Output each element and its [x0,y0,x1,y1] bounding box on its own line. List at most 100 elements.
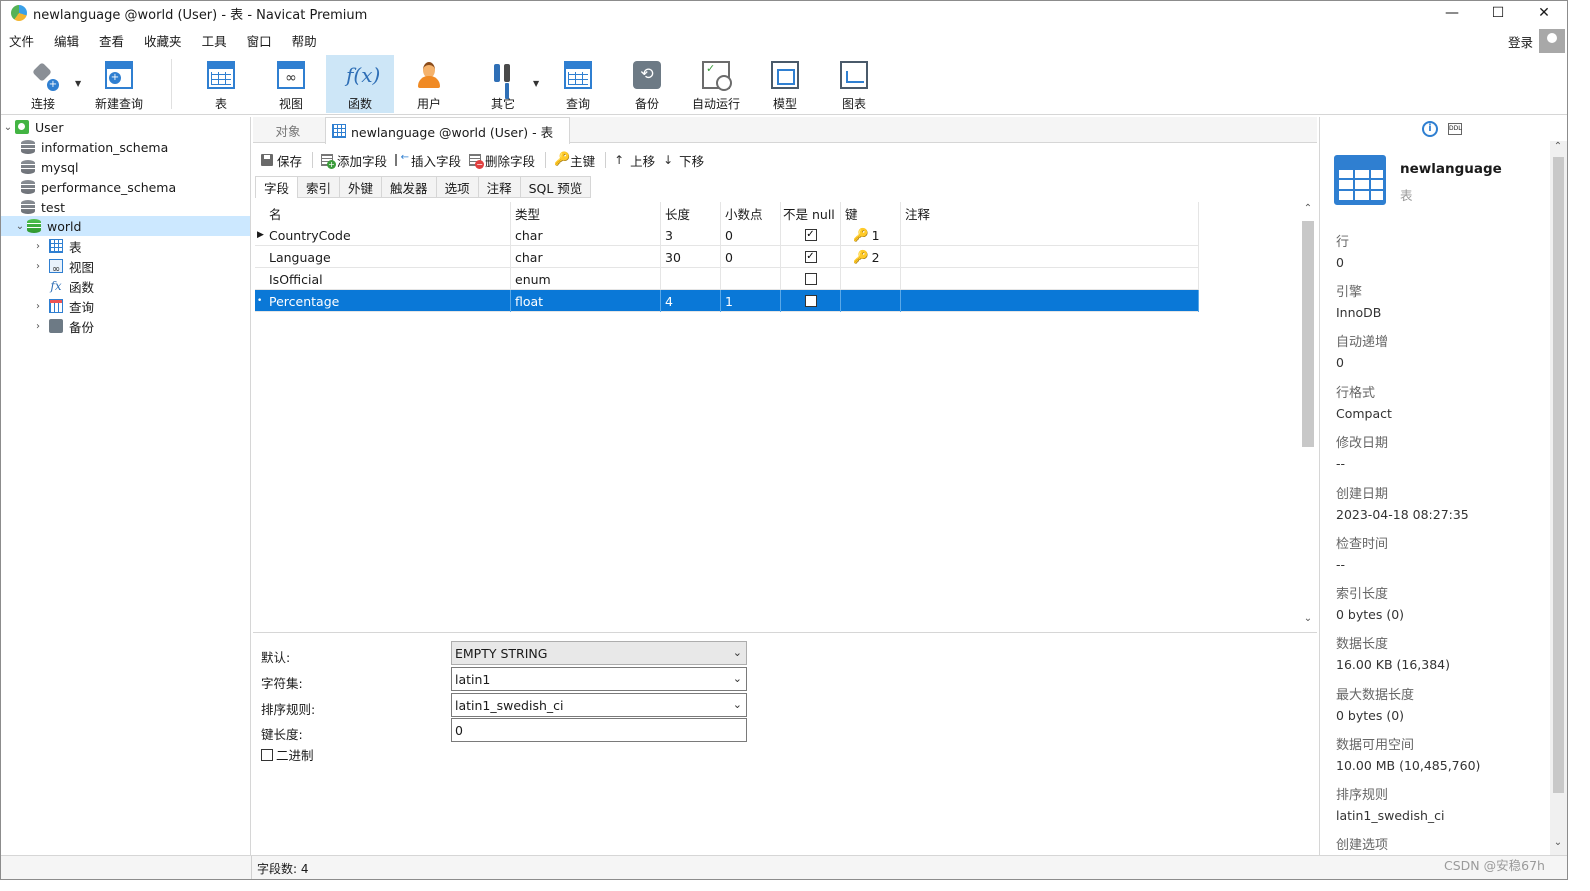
collation-select[interactable]: latin1_swedish_ci ⌄ [451,693,747,717]
field-length-cell[interactable]: 30 [661,246,721,268]
field-comment-cell[interactable] [901,268,1199,290]
key-cell[interactable]: 🔑 1 [841,224,901,246]
tab-triggers[interactable]: 触发器 [382,176,437,198]
info-icon[interactable]: i [1422,121,1438,137]
chevron-up-icon[interactable]: ⌃ [1300,203,1316,214]
menu-help[interactable]: 帮助 [282,31,327,50]
toolbar-connection-button[interactable]: 连接 ▼ [9,55,81,113]
not-null-checkbox[interactable]: ✓ [804,229,817,241]
menu-edit[interactable]: 编辑 [44,31,89,50]
toolbar-function-button[interactable]: f(x) 函数 [326,55,394,113]
tree-item-database[interactable]: mysql [1,157,250,177]
menu-file[interactable]: 文件 [1,31,44,50]
toolbar-view-button[interactable]: 视图 [257,55,325,113]
chevron-right-icon[interactable]: › [31,241,45,252]
field-length-cell[interactable]: 3 [661,224,721,246]
menu-favorites[interactable]: 收藏夹 [134,31,192,50]
chevron-down-icon[interactable]: ▼ [533,79,539,88]
toolbar-model-button[interactable]: 模型 [751,55,819,113]
menu-view[interactable]: 查看 [89,31,134,50]
table-row[interactable]: ▶ CountryCode char 3 0 ✓ 🔑 1 [255,224,1199,246]
column-header-name[interactable]: 名 [265,202,511,224]
move-up-button[interactable]: ↑ 上移 [614,151,655,170]
key-cell[interactable] [841,268,901,290]
minimize-button[interactable]: — [1429,1,1475,25]
grid-scrollbar[interactable]: ⌃ ⌄ [1300,203,1316,629]
toolbar-query-button[interactable]: 查询 [544,55,612,113]
not-null-cell[interactable]: ✓ [781,246,841,268]
field-name-cell[interactable]: Percentage [265,290,511,312]
toolbar-backup-button[interactable]: 备份 [613,55,681,113]
toolbar-automation-button[interactable]: 自动运行 [682,55,750,113]
toolbar-chart-button[interactable]: 图表 [820,55,888,113]
login-link[interactable]: 登录 [1508,32,1533,51]
field-comment-cell[interactable] [901,290,1199,312]
field-decimals-cell[interactable]: 0 [721,246,781,268]
table-row[interactable]: Language char 30 0 ✓ 🔑 2 [255,246,1199,268]
chevron-down-icon[interactable]: ▼ [75,79,81,88]
column-header-comment[interactable]: 注释 [901,202,1199,224]
primary-key-button[interactable]: 🔑 主键 [554,151,595,170]
move-down-button[interactable]: ↓ 下移 [663,151,704,170]
default-select[interactable]: EMPTY STRING ⌄ [451,641,747,665]
not-null-cell[interactable] [781,268,841,290]
toolbar-new-query-button[interactable]: 新建查询 [85,55,153,113]
tree-item-database-selected[interactable]: ⌄ world [1,216,250,236]
field-type-cell[interactable]: enum [511,268,661,290]
toolbar-user-button[interactable]: 用户 [395,55,463,113]
tree-item-database[interactable]: test [1,197,250,217]
not-null-checkbox[interactable]: ✓ [804,251,817,263]
menu-tools[interactable]: 工具 [192,31,237,50]
not-null-cell[interactable]: ✓ [781,224,841,246]
tab-fields[interactable]: 字段 [255,176,299,198]
field-length-cell[interactable] [661,268,721,290]
chevron-down-icon[interactable]: ⌄ [1550,837,1566,848]
tree-item-functions[interactable]: fx 函数 [1,276,250,296]
column-header-not-null[interactable]: 不是 null [781,202,841,224]
tab-objects[interactable]: 对象 [253,117,323,143]
ddl-icon[interactable]: DDL [1448,123,1462,135]
tree-item-database[interactable]: information_schema [1,137,250,157]
column-header-type[interactable]: 类型 [511,202,661,224]
chevron-down-icon[interactable]: ⌄ [1300,613,1316,624]
tab-options[interactable]: 选项 [436,176,479,198]
tree-item-backups[interactable]: › 备份 [1,316,250,336]
key-cell[interactable] [841,290,901,312]
tree-item-database[interactable]: performance_schema [1,177,250,197]
column-header-key[interactable]: 键 [841,202,901,224]
field-decimals-cell[interactable]: 1 [721,290,781,312]
save-button[interactable]: 保存 [261,151,302,170]
column-header-decimals[interactable]: 小数点 [721,202,781,224]
chevron-right-icon[interactable]: › [31,321,45,332]
scrollbar-thumb[interactable] [1553,157,1564,793]
field-name-cell[interactable]: CountryCode [265,224,511,246]
not-null-checkbox[interactable] [804,273,817,285]
column-header-length[interactable]: 长度 [661,202,721,224]
not-null-cell[interactable] [781,290,841,312]
field-name-cell[interactable]: IsOfficial [265,268,511,290]
field-type-cell[interactable]: char [511,246,661,268]
delete-field-button[interactable]: 删除字段 [469,151,535,170]
chevron-right-icon[interactable]: › [31,261,45,272]
add-field-button[interactable]: 添加字段 [321,151,387,170]
info-panel-scrollbar[interactable]: ⌃ ⌄ [1550,141,1567,855]
toolbar-other-button[interactable]: 其它 ▼ [469,55,539,113]
tree-item-tables[interactable]: › 表 [1,236,250,256]
table-row[interactable]: IsOfficial enum [255,268,1199,290]
avatar-icon[interactable] [1539,29,1565,53]
insert-field-button[interactable]: 插入字段 [395,151,461,170]
tree-item-connection[interactable]: ⌄ User [1,117,250,137]
field-length-cell[interactable]: 4 [661,290,721,312]
tab-sql-preview[interactable]: SQL 预览 [520,176,592,198]
field-decimals-cell[interactable]: 0 [721,224,781,246]
tree-item-views[interactable]: › 视图 [1,256,250,276]
tab-foreign-keys[interactable]: 外键 [340,176,383,198]
tree-item-queries[interactable]: › 查询 [1,296,250,316]
chevron-down-icon[interactable]: ⌄ [13,221,27,232]
field-name-cell[interactable]: Language [265,246,511,268]
field-decimals-cell[interactable] [721,268,781,290]
chevron-right-icon[interactable]: › [31,301,45,312]
table-row-selected[interactable]: • Percentage float 4 1 [255,290,1199,312]
field-comment-cell[interactable] [901,224,1199,246]
menu-window[interactable]: 窗口 [237,31,282,50]
